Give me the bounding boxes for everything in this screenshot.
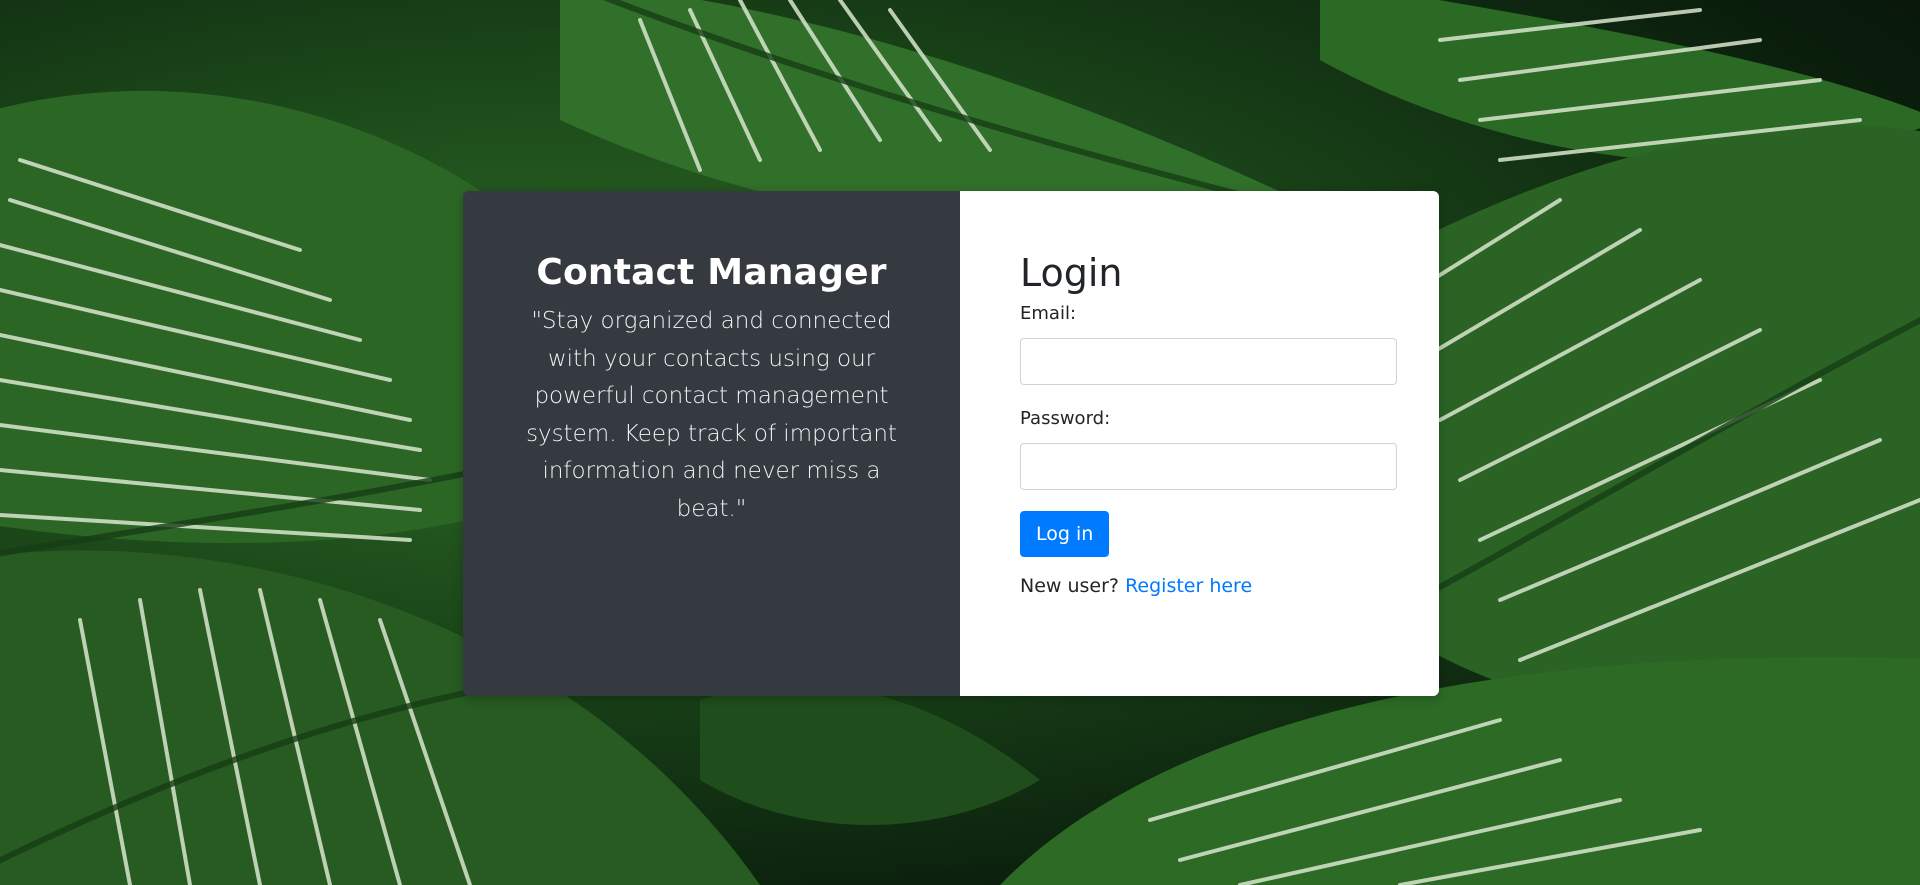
register-prompt-text: New user? (1020, 575, 1120, 597)
login-form-panel: Login Email: Password: Log in New user? … (960, 191, 1439, 696)
email-input[interactable] (1020, 338, 1397, 385)
login-button[interactable]: Log in (1020, 511, 1110, 557)
login-heading: Login (1020, 251, 1123, 295)
login-card: Contact Manager "Stay organized and conn… (463, 191, 1439, 696)
app-tagline-quote: "Stay organized and connected with your … (526, 308, 897, 522)
password-input[interactable] (1020, 443, 1397, 490)
brand-panel: Contact Manager "Stay organized and conn… (463, 191, 960, 696)
password-label: Password: (1020, 408, 1111, 429)
register-prompt-line: New user? Register here (1020, 573, 1397, 599)
register-link[interactable]: Register here (1125, 575, 1252, 597)
email-label: Email: (1020, 303, 1077, 324)
app-title: Contact Manager (536, 252, 887, 293)
